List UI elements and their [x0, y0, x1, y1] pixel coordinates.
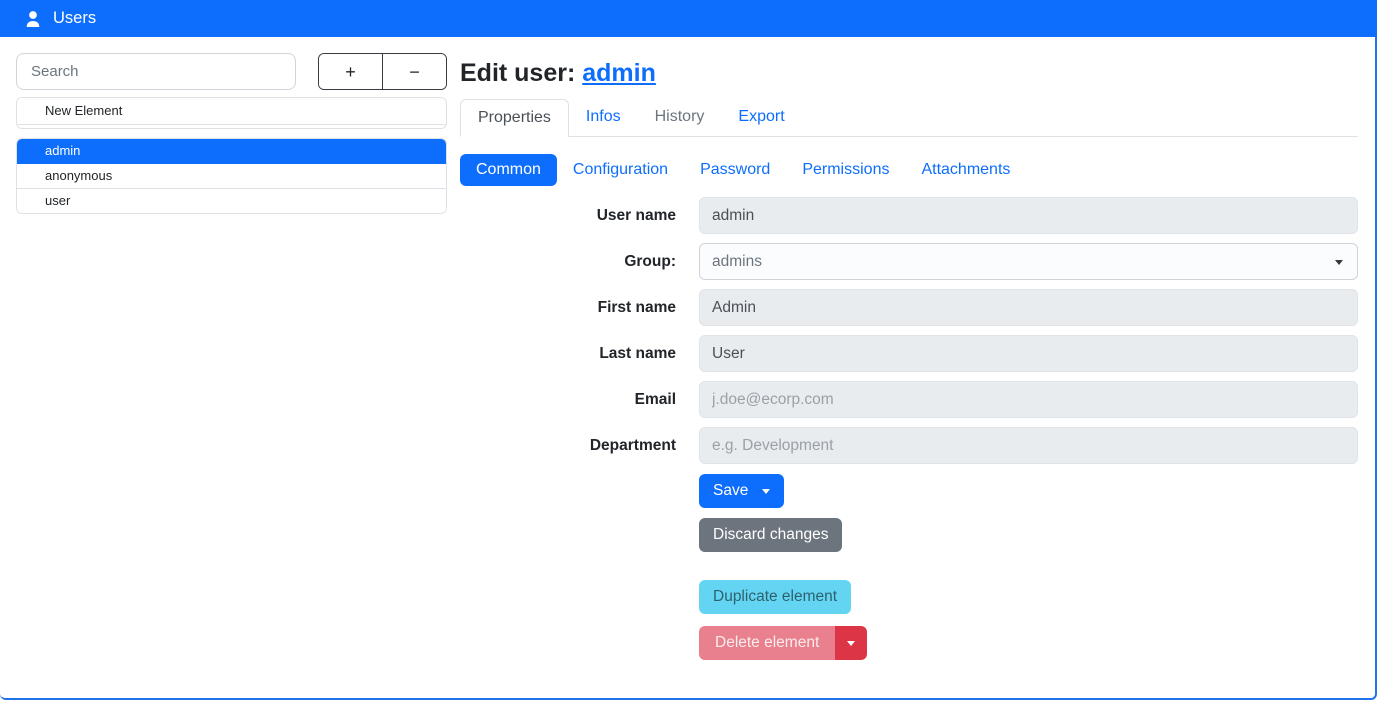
remove-button[interactable]: − [383, 54, 446, 89]
department-field[interactable] [699, 427, 1358, 464]
pill-permissions[interactable]: Permissions [786, 154, 905, 186]
firstname-label: First name [460, 299, 699, 317]
content-container: + − New Element admin anonymous user Edi… [0, 37, 1377, 700]
pill-password[interactable]: Password [684, 154, 786, 186]
delete-button-label: Delete element [715, 634, 819, 651]
firstname-field[interactable] [699, 289, 1358, 326]
delete-dropdown-caret-icon [847, 641, 855, 646]
form-row: Department [460, 427, 1358, 464]
edited-user-link[interactable]: admin [582, 59, 656, 87]
list-item-anonymous[interactable]: anonymous [17, 164, 446, 189]
app-title: Users [53, 9, 96, 28]
sidebar: + − New Element admin anonymous user [16, 53, 447, 698]
form-row: Email [460, 381, 1358, 418]
tab-bar: Properties Infos History Export [460, 99, 1358, 137]
save-button-label: Save [713, 482, 748, 500]
tab-history: History [638, 99, 722, 137]
add-remove-group: + − [318, 53, 447, 90]
form-row: First name [460, 289, 1358, 326]
page-title-prefix: Edit user: [460, 59, 575, 87]
users-icon [23, 9, 43, 29]
list-item-new-element[interactable]: New Element [17, 98, 446, 125]
group-label: Group: [460, 253, 699, 271]
sidebar-toolbar: + − [16, 53, 447, 90]
delete-element-group: Delete element [699, 626, 867, 660]
list-item-user[interactable]: user [17, 189, 446, 213]
lastname-field[interactable] [699, 335, 1358, 372]
pill-attachments[interactable]: Attachments [905, 154, 1026, 186]
new-element-box: New Element [16, 97, 447, 129]
discard-changes-button[interactable]: Discard changes [699, 518, 842, 552]
form-row: Last name [460, 335, 1358, 372]
pill-configuration[interactable]: Configuration [557, 154, 684, 186]
tab-infos[interactable]: Infos [569, 99, 638, 137]
duplicate-button-label: Duplicate element [713, 588, 837, 606]
edit-user-form: User name Group: admins First name Last … [460, 197, 1358, 464]
delete-dropdown-toggle[interactable] [835, 626, 867, 660]
page-title: Edit user: admin [460, 59, 1358, 88]
form-row: User name [460, 197, 1358, 234]
email-label: Email [460, 391, 699, 409]
discard-button-label: Discard changes [713, 526, 828, 544]
tab-properties[interactable]: Properties [460, 99, 569, 137]
user-list: admin anonymous user [16, 138, 447, 214]
lastname-label: Last name [460, 345, 699, 363]
pill-common[interactable]: Common [460, 154, 557, 186]
group-select[interactable]: admins [699, 243, 1358, 280]
pill-bar: Common Configuration Password Permission… [460, 154, 1358, 186]
tab-export[interactable]: Export [721, 99, 801, 137]
save-button[interactable]: Save [699, 474, 784, 508]
department-label: Department [460, 437, 699, 455]
action-buttons: Save Discard changes Duplicate element D… [460, 474, 1358, 660]
username-field[interactable] [699, 197, 1358, 234]
group-select-value: admins [712, 253, 762, 271]
top-navbar: Users [0, 0, 1377, 37]
email-field[interactable] [699, 381, 1358, 418]
save-dropdown-caret-icon[interactable] [762, 489, 770, 494]
form-row: Group: admins [460, 243, 1358, 280]
add-button[interactable]: + [319, 54, 383, 89]
username-label: User name [460, 207, 699, 225]
main-panel: Edit user: admin Properties Infos Histor… [460, 53, 1358, 698]
list-spacer [17, 125, 446, 128]
list-item-admin[interactable]: admin [17, 139, 446, 164]
search-input[interactable] [16, 53, 296, 90]
delete-element-button: Delete element [699, 626, 835, 660]
duplicate-element-button: Duplicate element [699, 580, 851, 614]
chevron-down-icon [1335, 260, 1343, 265]
